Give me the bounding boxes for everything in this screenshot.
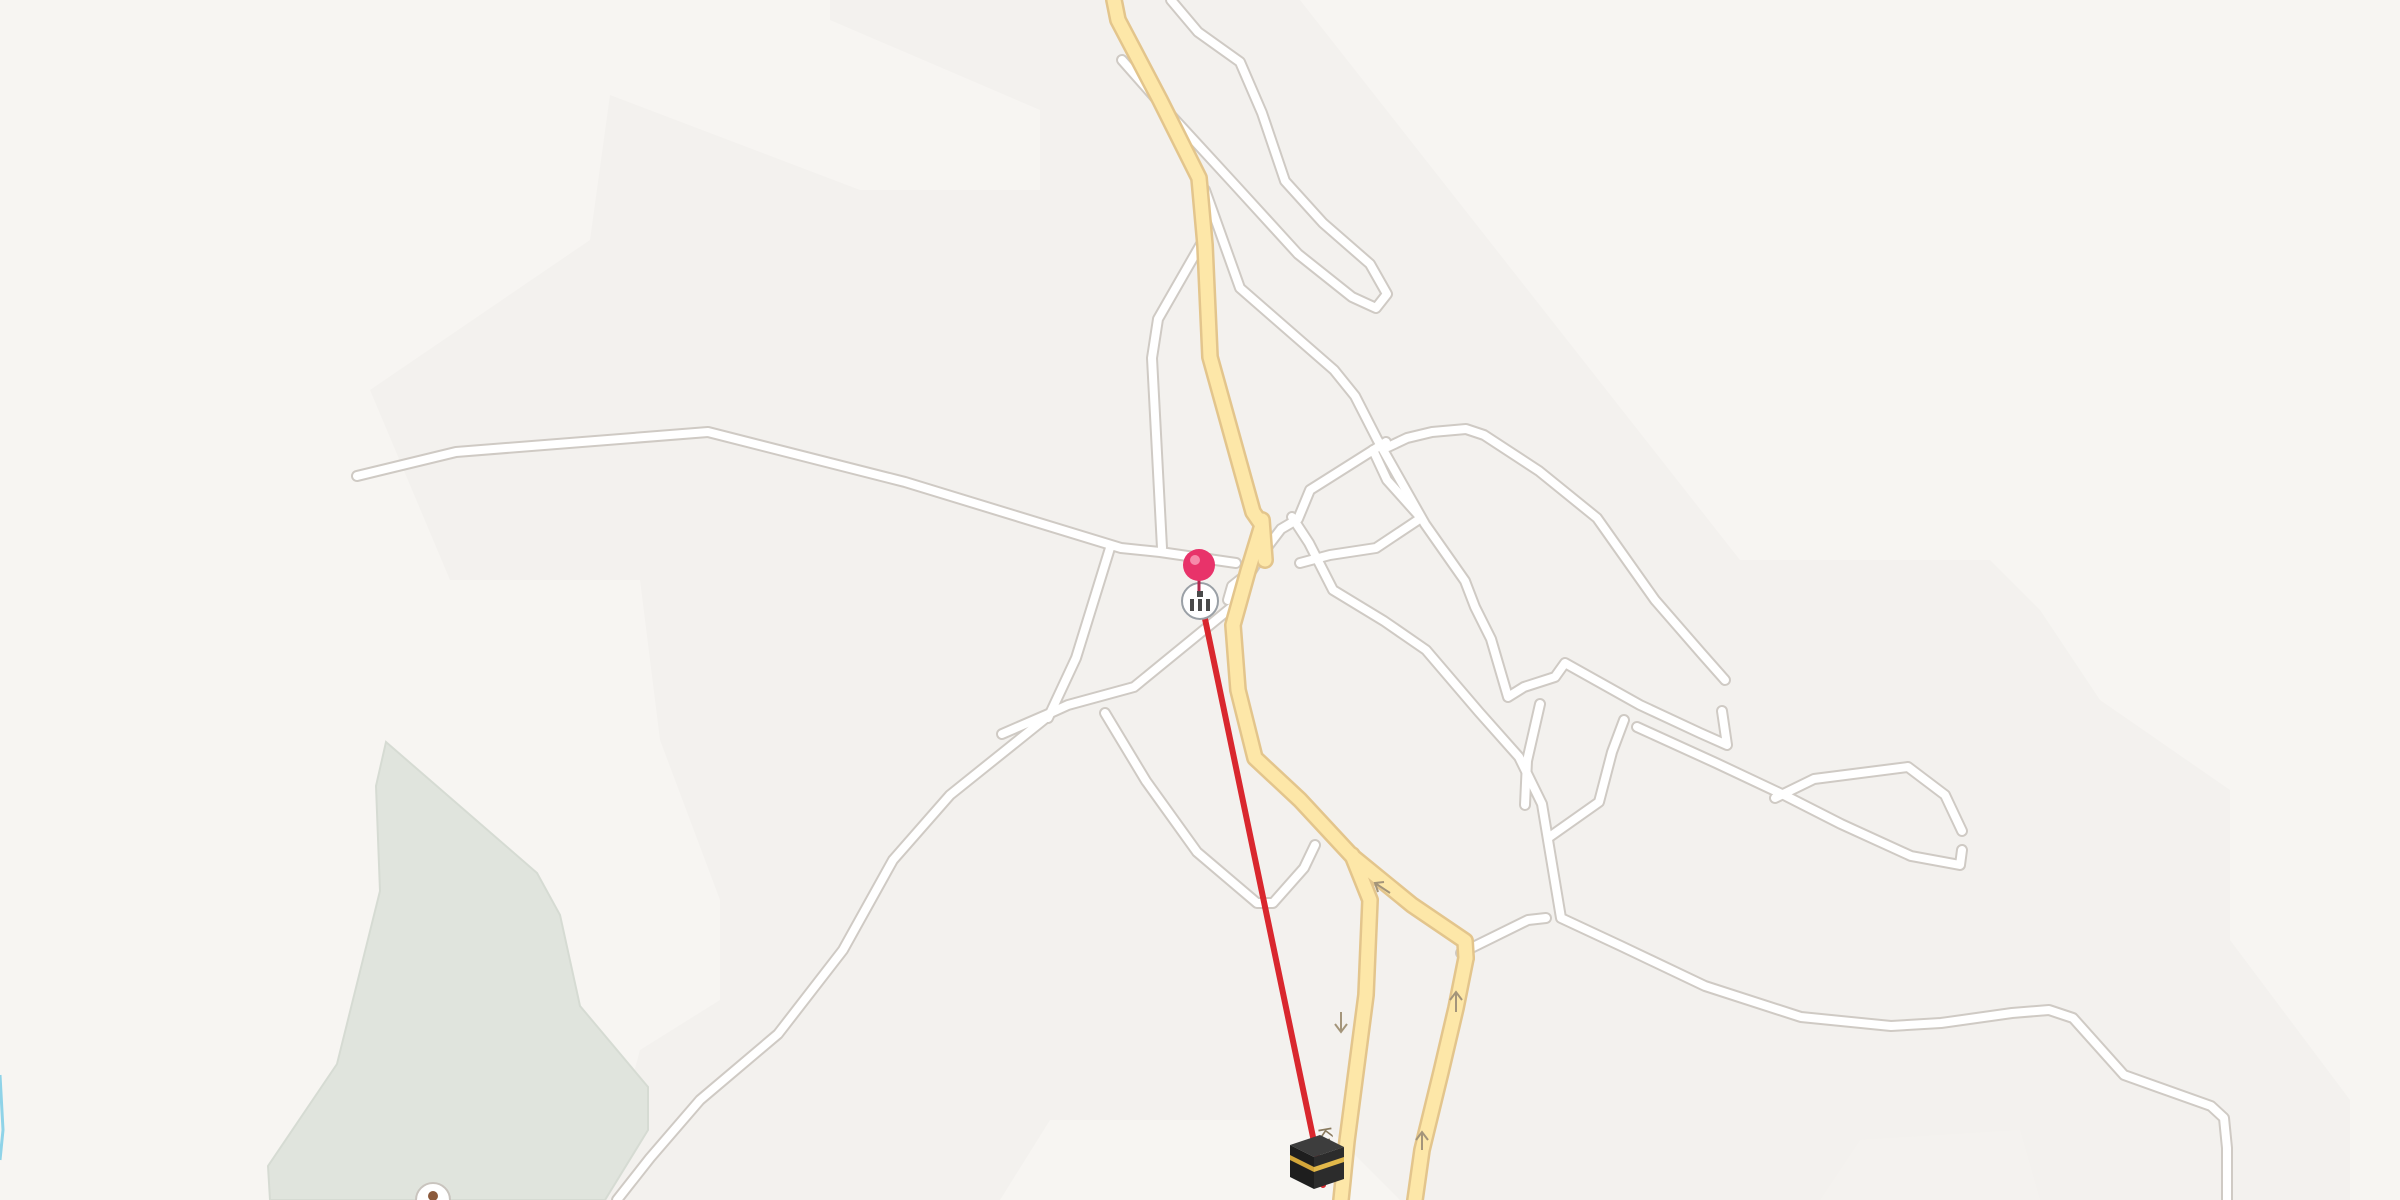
water-edge	[0, 1074, 5, 1161]
kaaba-icon[interactable]	[1290, 1135, 1344, 1189]
map-canvas[interactable]: Ku...di	[0, 0, 2400, 1200]
park-area	[266, 740, 649, 1200]
main-road	[1255, 513, 1272, 567]
